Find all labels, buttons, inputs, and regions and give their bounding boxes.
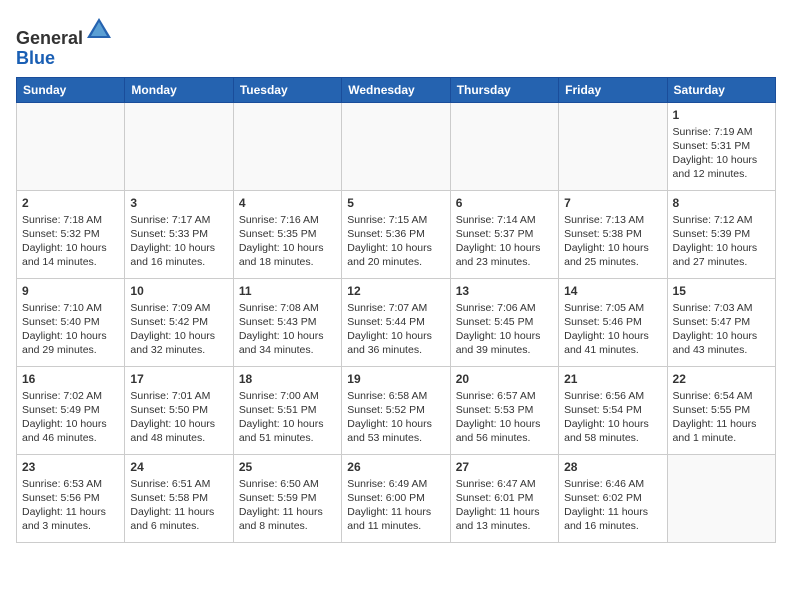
calendar-cell: 8Sunrise: 7:12 AMSunset: 5:39 PMDaylight…	[667, 190, 775, 278]
calendar-cell	[17, 102, 125, 190]
calendar-cell: 27Sunrise: 6:47 AMSunset: 6:01 PMDayligh…	[450, 454, 558, 542]
day-header-saturday: Saturday	[667, 77, 775, 102]
day-number: 10	[130, 283, 227, 299]
day-number: 26	[347, 459, 444, 475]
calendar-cell: 1Sunrise: 7:19 AMSunset: 5:31 PMDaylight…	[667, 102, 775, 190]
calendar-cell: 23Sunrise: 6:53 AMSunset: 5:56 PMDayligh…	[17, 454, 125, 542]
calendar-cell: 24Sunrise: 6:51 AMSunset: 5:58 PMDayligh…	[125, 454, 233, 542]
day-number: 1	[673, 107, 770, 123]
week-row-2: 2Sunrise: 7:18 AMSunset: 5:32 PMDaylight…	[17, 190, 776, 278]
day-number: 11	[239, 283, 336, 299]
day-header-friday: Friday	[559, 77, 667, 102]
calendar-cell: 17Sunrise: 7:01 AMSunset: 5:50 PMDayligh…	[125, 366, 233, 454]
day-number: 18	[239, 371, 336, 387]
day-number: 6	[456, 195, 553, 211]
calendar-cell: 18Sunrise: 7:00 AMSunset: 5:51 PMDayligh…	[233, 366, 341, 454]
day-number: 25	[239, 459, 336, 475]
calendar-cell: 2Sunrise: 7:18 AMSunset: 5:32 PMDaylight…	[17, 190, 125, 278]
day-number: 22	[673, 371, 770, 387]
day-number: 19	[347, 371, 444, 387]
logo-general-text: General	[16, 28, 83, 48]
calendar-cell: 3Sunrise: 7:17 AMSunset: 5:33 PMDaylight…	[125, 190, 233, 278]
day-header-monday: Monday	[125, 77, 233, 102]
day-header-thursday: Thursday	[450, 77, 558, 102]
day-number: 2	[22, 195, 119, 211]
calendar-cell: 12Sunrise: 7:07 AMSunset: 5:44 PMDayligh…	[342, 278, 450, 366]
logo-blue-text: Blue	[16, 48, 55, 68]
week-row-3: 9Sunrise: 7:10 AMSunset: 5:40 PMDaylight…	[17, 278, 776, 366]
day-number: 27	[456, 459, 553, 475]
day-number: 16	[22, 371, 119, 387]
day-number: 4	[239, 195, 336, 211]
day-number: 28	[564, 459, 661, 475]
calendar-cell	[125, 102, 233, 190]
calendar-cell: 19Sunrise: 6:58 AMSunset: 5:52 PMDayligh…	[342, 366, 450, 454]
day-number: 13	[456, 283, 553, 299]
day-number: 5	[347, 195, 444, 211]
calendar-cell: 11Sunrise: 7:08 AMSunset: 5:43 PMDayligh…	[233, 278, 341, 366]
calendar-cell: 21Sunrise: 6:56 AMSunset: 5:54 PMDayligh…	[559, 366, 667, 454]
calendar-cell: 6Sunrise: 7:14 AMSunset: 5:37 PMDaylight…	[450, 190, 558, 278]
calendar-cell: 28Sunrise: 6:46 AMSunset: 6:02 PMDayligh…	[559, 454, 667, 542]
calendar-cell	[667, 454, 775, 542]
calendar-cell: 15Sunrise: 7:03 AMSunset: 5:47 PMDayligh…	[667, 278, 775, 366]
calendar-table: SundayMondayTuesdayWednesdayThursdayFrid…	[16, 77, 776, 543]
day-number: 17	[130, 371, 227, 387]
calendar-cell: 10Sunrise: 7:09 AMSunset: 5:42 PMDayligh…	[125, 278, 233, 366]
day-number: 12	[347, 283, 444, 299]
calendar-cell: 5Sunrise: 7:15 AMSunset: 5:36 PMDaylight…	[342, 190, 450, 278]
logo: General Blue	[16, 16, 113, 69]
calendar-cell	[450, 102, 558, 190]
calendar-cell: 20Sunrise: 6:57 AMSunset: 5:53 PMDayligh…	[450, 366, 558, 454]
calendar-cell: 14Sunrise: 7:05 AMSunset: 5:46 PMDayligh…	[559, 278, 667, 366]
day-number: 9	[22, 283, 119, 299]
calendar-cell: 9Sunrise: 7:10 AMSunset: 5:40 PMDaylight…	[17, 278, 125, 366]
week-row-4: 16Sunrise: 7:02 AMSunset: 5:49 PMDayligh…	[17, 366, 776, 454]
calendar-cell	[559, 102, 667, 190]
page-header: General Blue	[16, 16, 776, 69]
day-number: 23	[22, 459, 119, 475]
calendar-cell: 16Sunrise: 7:02 AMSunset: 5:49 PMDayligh…	[17, 366, 125, 454]
day-number: 7	[564, 195, 661, 211]
calendar-cell: 25Sunrise: 6:50 AMSunset: 5:59 PMDayligh…	[233, 454, 341, 542]
day-number: 14	[564, 283, 661, 299]
calendar-cell: 13Sunrise: 7:06 AMSunset: 5:45 PMDayligh…	[450, 278, 558, 366]
week-row-5: 23Sunrise: 6:53 AMSunset: 5:56 PMDayligh…	[17, 454, 776, 542]
calendar-cell	[342, 102, 450, 190]
week-row-1: 1Sunrise: 7:19 AMSunset: 5:31 PMDaylight…	[17, 102, 776, 190]
header-row: SundayMondayTuesdayWednesdayThursdayFrid…	[17, 77, 776, 102]
logo-icon	[85, 16, 113, 44]
day-number: 24	[130, 459, 227, 475]
calendar-cell: 4Sunrise: 7:16 AMSunset: 5:35 PMDaylight…	[233, 190, 341, 278]
day-number: 20	[456, 371, 553, 387]
calendar-cell: 26Sunrise: 6:49 AMSunset: 6:00 PMDayligh…	[342, 454, 450, 542]
day-header-wednesday: Wednesday	[342, 77, 450, 102]
day-number: 3	[130, 195, 227, 211]
day-number: 15	[673, 283, 770, 299]
calendar-cell: 22Sunrise: 6:54 AMSunset: 5:55 PMDayligh…	[667, 366, 775, 454]
day-header-sunday: Sunday	[17, 77, 125, 102]
day-number: 8	[673, 195, 770, 211]
day-header-tuesday: Tuesday	[233, 77, 341, 102]
calendar-cell	[233, 102, 341, 190]
day-number: 21	[564, 371, 661, 387]
calendar-cell: 7Sunrise: 7:13 AMSunset: 5:38 PMDaylight…	[559, 190, 667, 278]
